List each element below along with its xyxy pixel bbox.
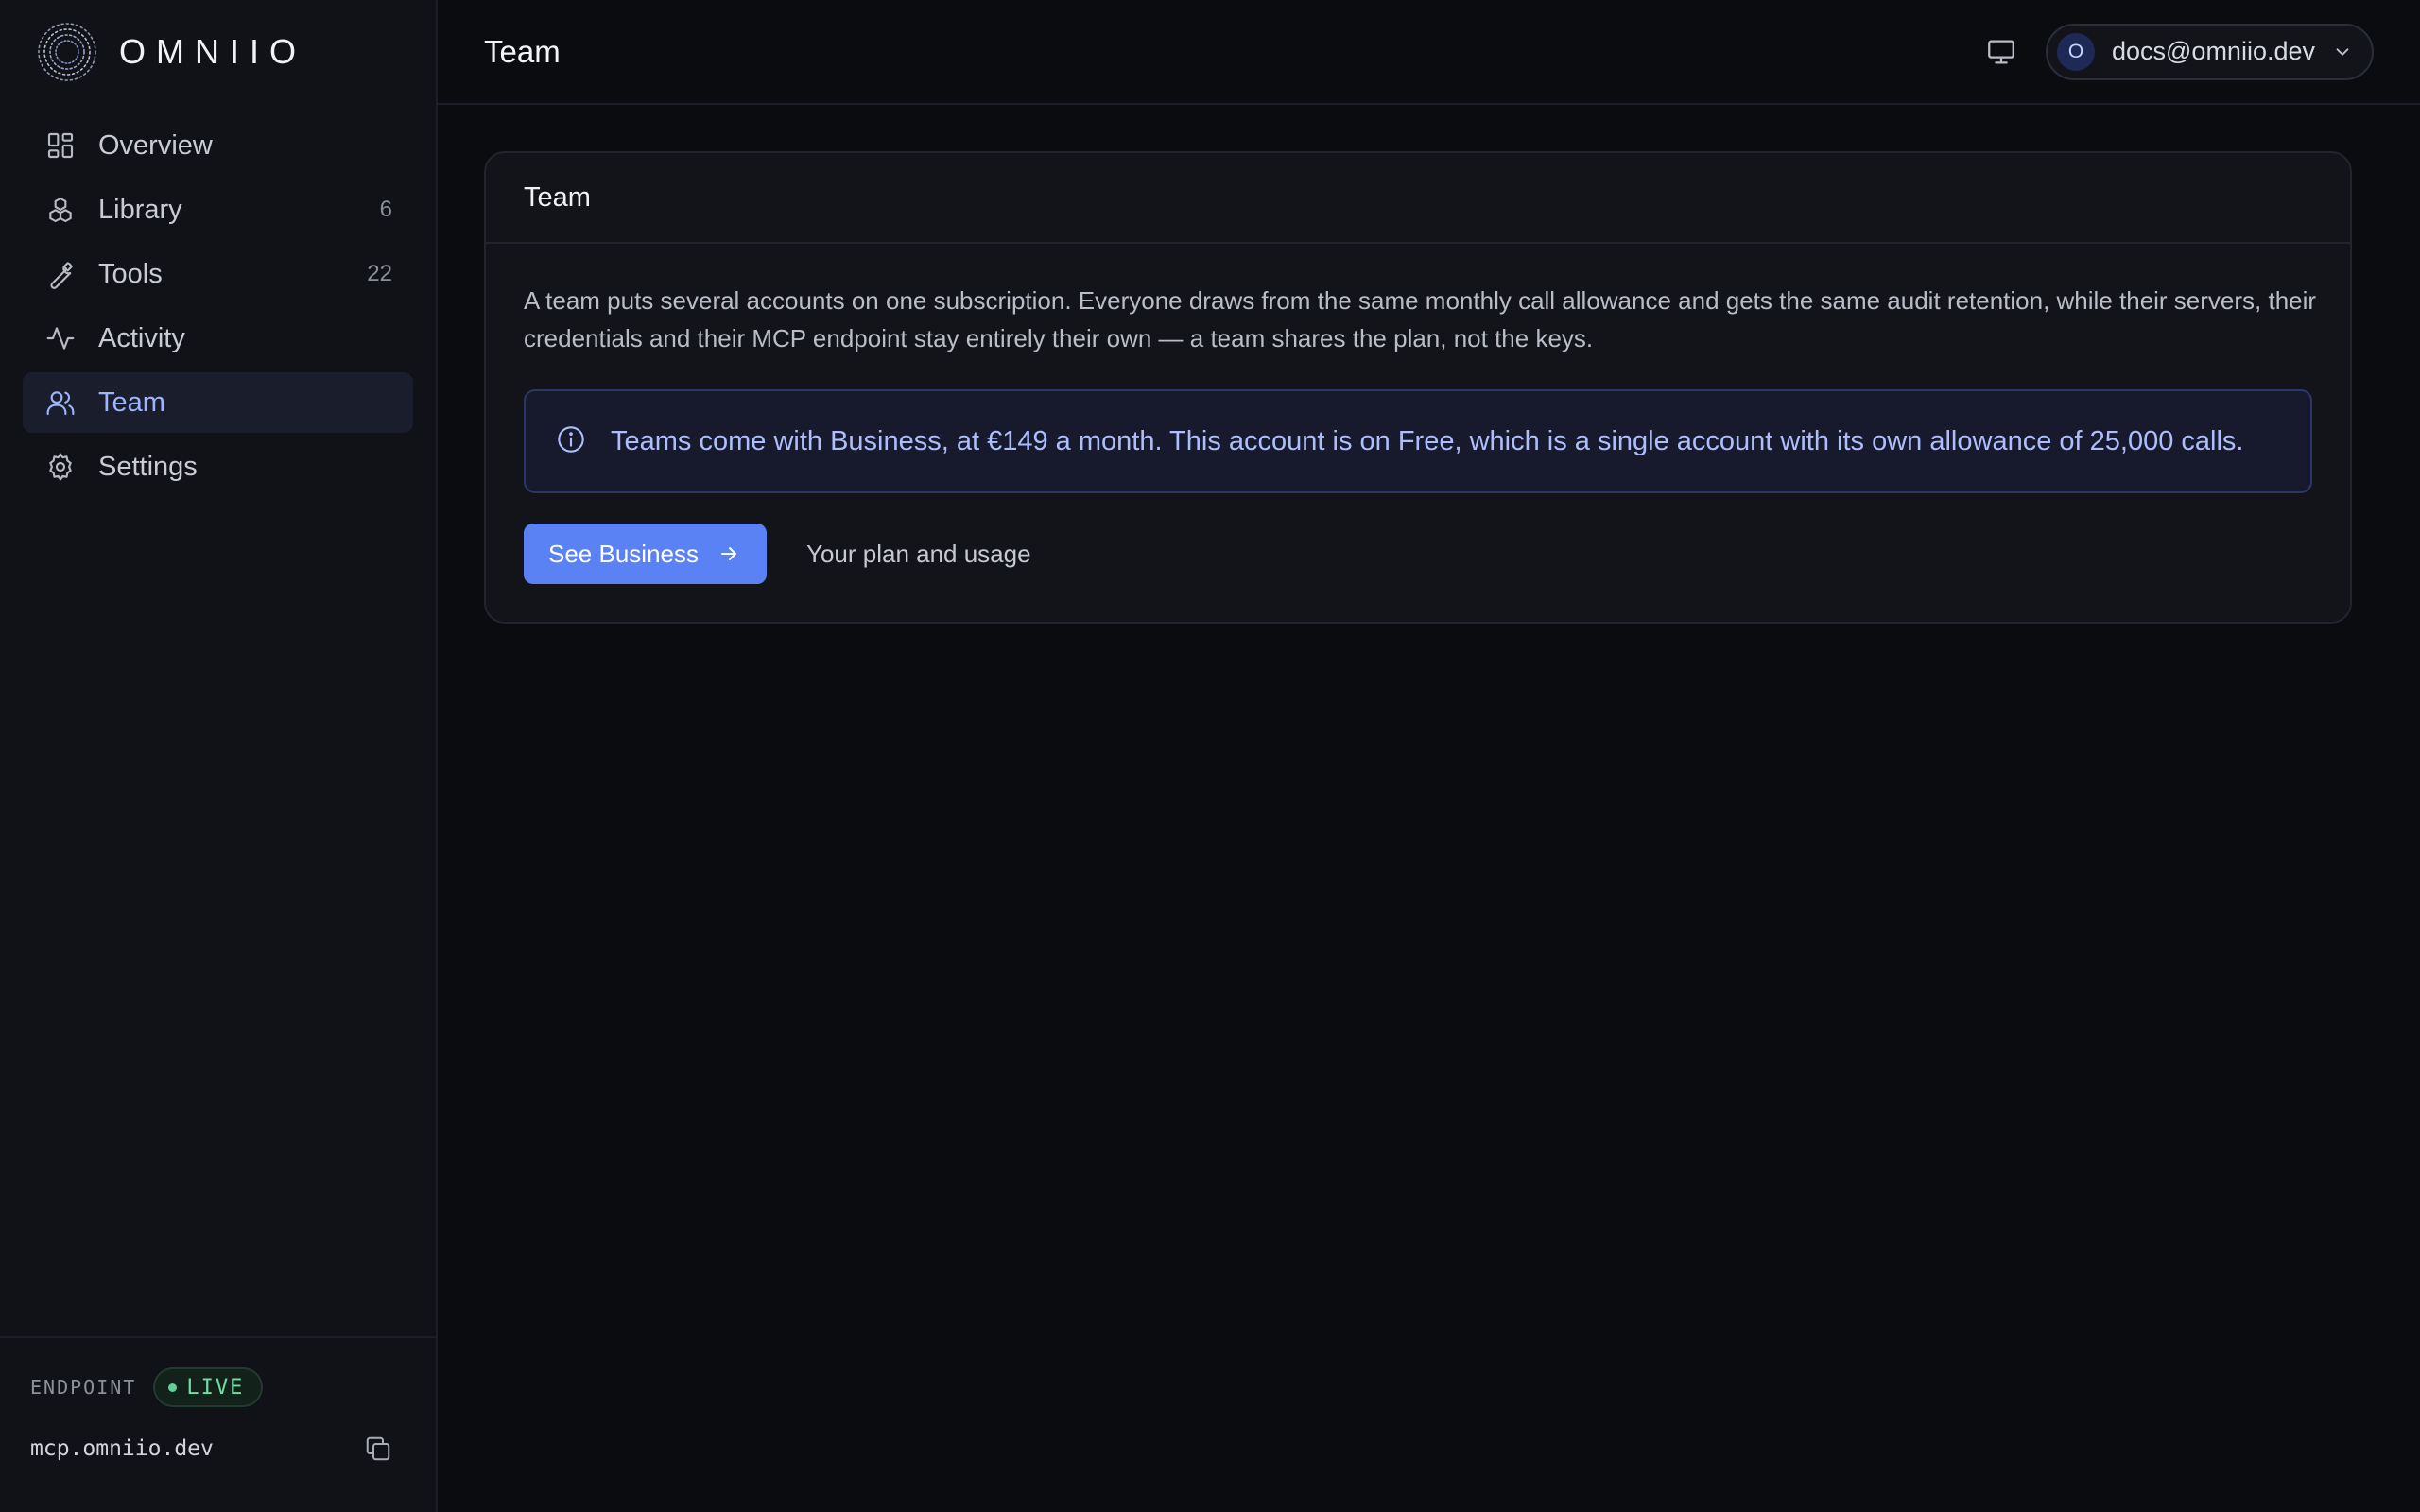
avatar: O [2056, 32, 2095, 71]
endpoint-panel: ENDPOINT LIVE mcp.omniio.dev [0, 1336, 436, 1512]
sidebar-nav: Overview Library 6 Tools 22 Activity Tea… [0, 104, 436, 508]
card-actions: See Business Your plan and usage [524, 524, 2312, 584]
card-body: A team puts several accounts on one subs… [486, 244, 2350, 622]
top-bar: Team O docs@omniio.dev [438, 0, 2420, 105]
content: Team A team puts several accounts on one… [438, 105, 2420, 670]
endpoint-label: ENDPOINT [30, 1376, 137, 1399]
sidebar: OMNIIO Overview Library 6 Tools 22 Activ… [0, 0, 438, 1512]
status-badge: LIVE [153, 1367, 264, 1407]
gear-icon [45, 452, 76, 482]
sidebar-item-count: 6 [379, 197, 392, 222]
activity-icon [45, 323, 76, 353]
sidebar-item-library[interactable]: Library 6 [23, 180, 413, 240]
endpoint-url: mcp.omniio.dev [30, 1436, 214, 1461]
brand-logo[interactable]: OMNIIO [0, 0, 436, 104]
see-business-button[interactable]: See Business [524, 524, 767, 584]
grid-icon [45, 130, 76, 161]
endpoint-url-row: mcp.omniio.dev [30, 1435, 406, 1463]
main-area: Team O docs@omniio.dev Team A team puts … [438, 0, 2420, 1512]
arrow-right-icon [720, 547, 736, 560]
app-root: OMNIIO Overview Library 6 Tools 22 Activ… [0, 0, 2420, 1512]
user-email: docs@omniio.dev [2111, 37, 2315, 65]
sidebar-item-label: Team [98, 387, 165, 418]
notice-text: Teams come with Business, at €149 a mont… [611, 425, 2244, 456]
status-text: LIVE [186, 1375, 245, 1400]
team-description: A team puts several accounts on one subs… [524, 286, 2317, 352]
sidebar-item-label: Activity [98, 322, 185, 353]
sidebar-item-overview[interactable]: Overview [23, 115, 413, 176]
boxes-icon [45, 195, 76, 225]
brand-name: OMNIIO [119, 32, 306, 71]
sidebar-item-settings[interactable]: Settings [23, 437, 413, 497]
omniio-logo-icon [38, 23, 96, 81]
endpoint-status-row: ENDPOINT LIVE [30, 1366, 406, 1408]
sidebar-item-team[interactable]: Team [23, 372, 413, 433]
sidebar-item-tools[interactable]: Tools 22 [23, 244, 413, 304]
plan-usage-link[interactable]: Your plan and usage [806, 540, 1031, 569]
user-menu-button[interactable]: O docs@omniio.dev [2045, 23, 2374, 80]
card-title: Team [486, 153, 2350, 244]
copy-icon[interactable] [364, 1435, 392, 1463]
page-title: Team [484, 33, 561, 69]
users-icon [45, 387, 76, 418]
live-dot-icon [168, 1383, 178, 1392]
see-business-label: See Business [548, 539, 699, 568]
sidebar-item-count: 22 [367, 261, 392, 286]
top-bar-actions: O docs@omniio.dev [1985, 23, 2374, 80]
info-icon [558, 426, 584, 453]
team-card: Team A team puts several accounts on one… [484, 151, 2352, 624]
wrench-icon [45, 259, 76, 289]
chevron-down-icon [2336, 47, 2349, 56]
sidebar-item-label: Settings [98, 451, 198, 482]
sidebar-item-label: Overview [98, 129, 213, 161]
monitor-icon[interactable] [1985, 36, 2017, 68]
sidebar-item-label: Tools [98, 258, 163, 289]
sidebar-item-activity[interactable]: Activity [23, 308, 413, 369]
sidebar-item-label: Library [98, 194, 182, 225]
plan-notice: Teams come with Business, at €149 a mont… [524, 389, 2312, 493]
